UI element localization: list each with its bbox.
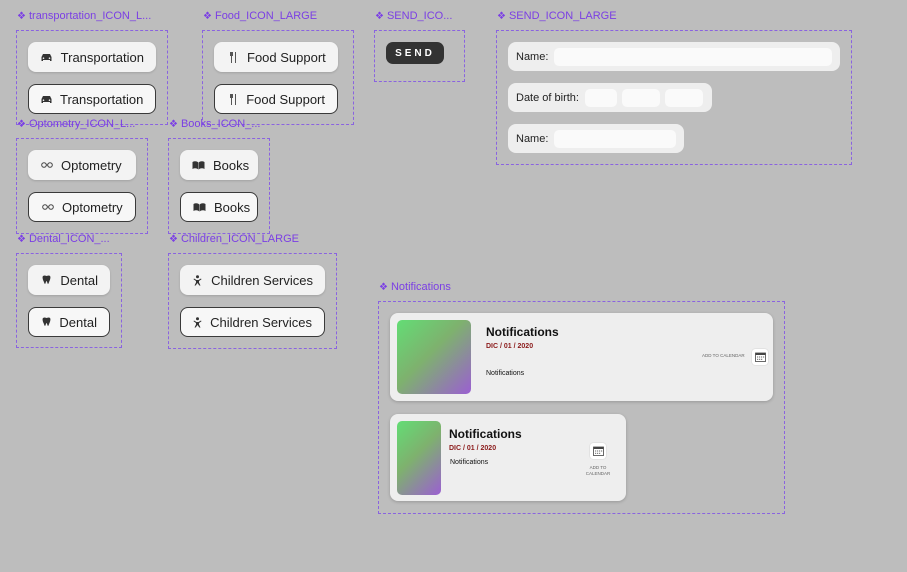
transportation-button[interactable]: Transportation	[28, 42, 156, 72]
car-icon	[40, 53, 53, 62]
add-to-calendar-label: ADD TO CALENDAR	[585, 465, 611, 476]
send-button[interactable]: SEND	[386, 42, 444, 64]
dob-label: Date of birth:	[516, 91, 579, 104]
calendar-icon[interactable]	[590, 443, 606, 459]
name-row-short: Name:	[508, 124, 684, 153]
frame-label-dental: ❖ Dental_ICON_...	[17, 233, 110, 245]
child-icon	[192, 274, 203, 286]
dob-year-field[interactable]	[664, 88, 703, 107]
books-button[interactable]: Books	[180, 150, 258, 180]
notification-title: Notifications	[486, 325, 559, 339]
dental-label: Dental	[59, 314, 97, 330]
frame-label-send-icon: ❖ SEND_ICO...	[375, 10, 453, 22]
dob-month-field[interactable]	[621, 88, 660, 107]
children-services-button[interactable]: Children Services	[180, 265, 325, 295]
name-label-short: Name:	[516, 132, 549, 145]
name-label: Name:	[516, 50, 549, 63]
notification-date: DIC / 01 / 2020	[449, 445, 497, 452]
frame-label-transportation: ❖ transportation_ICON_L...	[17, 10, 152, 22]
transportation-label: Transportation	[60, 49, 144, 65]
book-icon	[192, 160, 205, 170]
children-services-label: Children Services	[211, 272, 313, 288]
add-to-calendar-label: ADD TO CALENDAR	[702, 353, 745, 358]
glasses-icon	[41, 204, 54, 210]
food-support-button[interactable]: Food Support	[214, 42, 338, 72]
optometry-label: Optometry	[62, 199, 123, 215]
name-field[interactable]	[554, 47, 832, 66]
frame-label-children: ❖ Children_ICON_LARGE	[169, 233, 299, 245]
notification-text: Notifications	[486, 370, 525, 377]
transportation-label: Transportation	[60, 91, 144, 107]
notification-text: Notifications	[450, 459, 489, 466]
optometry-button[interactable]: Optometry	[28, 150, 136, 180]
glasses-icon	[40, 162, 53, 168]
notification-date: DIC / 01 / 2020	[486, 343, 534, 350]
books-label: Books	[214, 199, 251, 215]
notification-card-small[interactable]: Notifications DIC / 01 / 2020 Notificati…	[390, 414, 626, 501]
tooth-icon	[41, 317, 51, 327]
notification-card-large[interactable]: Notifications DIC / 01 / 2020 Notificati…	[390, 313, 773, 401]
dental-label: Dental	[60, 272, 98, 288]
notification-thumbnail	[397, 421, 441, 495]
frame-label-optometry: ❖ Optometry_ICON_L...	[17, 118, 136, 130]
food-support-button-outlined[interactable]: Food Support	[214, 84, 338, 114]
dental-button-outlined[interactable]: Dental	[28, 307, 110, 337]
notification-thumbnail	[397, 320, 471, 394]
notification-title: Notifications	[449, 427, 522, 441]
calendar-icon[interactable]	[752, 349, 768, 365]
food-support-label: Food Support	[246, 91, 325, 107]
dob-day-field[interactable]	[584, 88, 617, 107]
food-support-label: Food Support	[247, 49, 326, 65]
car-icon	[41, 95, 52, 104]
optometry-label: Optometry	[61, 157, 122, 173]
children-services-button-outlined[interactable]: Children Services	[180, 307, 325, 337]
frame-label-send-icon-large: ❖ SEND_ICON_LARGE	[497, 10, 617, 22]
children-services-label: Children Services	[210, 314, 312, 330]
name-field-short[interactable]	[554, 129, 676, 148]
frame-label-notifications: ❖ Notifications	[379, 281, 451, 293]
frame-label-food: ❖ Food_ICON_LARGE	[203, 10, 318, 22]
books-label: Books	[213, 157, 250, 173]
frame-label-books: ❖ Books_ICON_...	[169, 118, 261, 130]
transportation-button-outlined[interactable]: Transportation	[28, 84, 156, 114]
utensils-icon	[226, 51, 239, 63]
dob-row: Date of birth:	[508, 83, 712, 112]
books-button-outlined[interactable]: Books	[180, 192, 258, 222]
optometry-button-outlined[interactable]: Optometry	[28, 192, 136, 222]
utensils-icon	[227, 93, 238, 105]
dental-button[interactable]: Dental	[28, 265, 110, 295]
name-row: Name:	[508, 42, 840, 71]
tooth-icon	[40, 275, 52, 285]
book-icon	[193, 202, 206, 212]
child-icon	[193, 316, 202, 328]
